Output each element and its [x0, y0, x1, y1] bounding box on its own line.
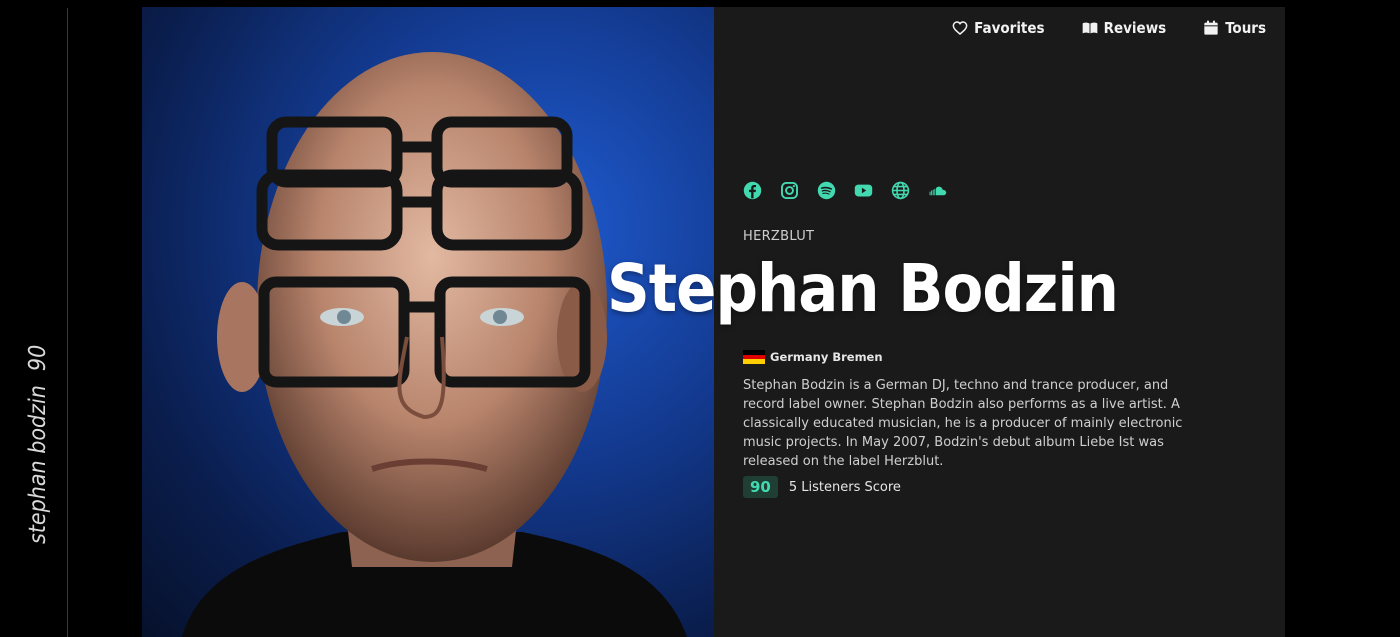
vertical-artist-title: stephan bodzin 90: [24, 304, 52, 544]
sidebar-divider: [67, 8, 68, 637]
nav-reviews-label: Reviews: [1103, 19, 1167, 37]
globe-icon[interactable]: [891, 181, 910, 200]
artist-location: Germany Bremen: [743, 350, 883, 365]
heart-icon: [952, 21, 968, 35]
vertical-artist-score: 90: [25, 344, 51, 372]
nav-tours[interactable]: Tours: [1203, 19, 1266, 37]
calendar-icon: [1204, 20, 1218, 35]
nav-reviews[interactable]: Reviews: [1082, 19, 1167, 37]
nav-favorites[interactable]: Favorites: [952, 19, 1045, 37]
listener-score: 90 5 Listeners Score: [743, 476, 901, 498]
book-icon: [1082, 22, 1097, 34]
germany-flag-icon: [743, 350, 765, 365]
score-label: 5 Listeners Score: [788, 479, 901, 495]
top-nav: Favorites Reviews Tours: [952, 19, 1266, 37]
score-badge: 90: [743, 476, 778, 498]
vertical-artist-name: stephan bodzin: [25, 385, 51, 544]
facebook-icon[interactable]: [743, 181, 762, 200]
social-links: [743, 181, 947, 200]
location-text: Germany Bremen: [770, 350, 883, 364]
soundcloud-icon[interactable]: [928, 181, 947, 200]
artist-bio: Stephan Bodzin is a German DJ, techno an…: [743, 378, 1183, 469]
record-label: HERZBLUT: [743, 229, 815, 244]
youtube-icon[interactable]: [854, 181, 873, 200]
instagram-icon[interactable]: [780, 181, 799, 200]
artist-name-heading: Stephan Bodzin: [607, 250, 1119, 327]
nav-tours-label: Tours: [1225, 19, 1266, 37]
spotify-icon[interactable]: [817, 181, 836, 200]
nav-favorites-label: Favorites: [974, 19, 1045, 37]
